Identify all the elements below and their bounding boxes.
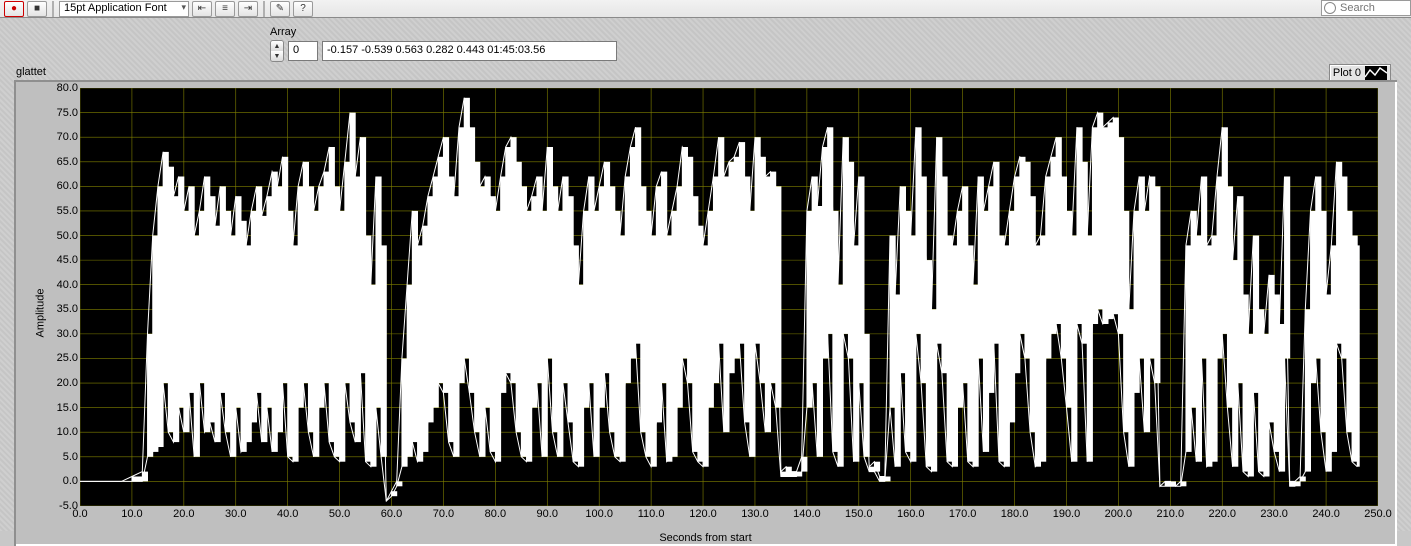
stop-button[interactable]: ■ [27, 1, 47, 17]
x-tick-label: 130.0 [741, 508, 769, 520]
tool-button-2[interactable]: ? [293, 1, 313, 17]
tool-button-1[interactable]: ✎ [270, 1, 290, 17]
x-tick-label: 220.0 [1208, 508, 1236, 520]
x-axis-ticks: 0.010.020.030.040.050.060.070.080.090.01… [80, 508, 1378, 522]
legend-swatch [1365, 66, 1387, 80]
x-tick-label: 50.0 [329, 508, 350, 520]
y-axis-ticks: -5.00.05.010.015.020.025.030.035.040.045… [48, 88, 78, 506]
x-tick-label: 110.0 [638, 508, 665, 520]
toolbar: ● ■ 15pt Application Font ⇤ ≡ ⇥ ✎ ? [0, 0, 1411, 18]
x-tick-label: 60.0 [381, 508, 402, 520]
x-tick-label: 90.0 [537, 508, 558, 520]
x-tick-label: 70.0 [433, 508, 454, 520]
x-tick-label: 190.0 [1053, 508, 1081, 520]
x-tick-label: 140.0 [793, 508, 821, 520]
font-select[interactable]: 15pt Application Font [59, 1, 189, 17]
array-indicator: Array ▲ ▼ 0 -0.157 -0.539 0.563 0.282 0.… [270, 26, 617, 62]
x-tick-label: 170.0 [949, 508, 977, 520]
x-tick-label: 180.0 [1001, 508, 1029, 520]
y-tick-label: 25.0 [48, 352, 78, 364]
search-icon [1324, 2, 1336, 14]
search-input[interactable] [1338, 1, 1410, 15]
x-tick-label: 80.0 [485, 508, 506, 520]
index-stepper[interactable]: ▲ ▼ [270, 40, 284, 62]
x-tick-label: 120.0 [689, 508, 717, 520]
search-box[interactable] [1321, 0, 1411, 16]
record-button[interactable]: ● [4, 1, 24, 17]
graph-label: glattet [16, 66, 46, 78]
front-panel: Array ▲ ▼ 0 -0.157 -0.539 0.563 0.282 0.… [0, 18, 1411, 531]
x-tick-label: 200.0 [1105, 508, 1133, 520]
x-tick-label: 250.0 [1364, 508, 1392, 520]
y-tick-label: 55.0 [48, 205, 78, 217]
x-tick-label: 230.0 [1260, 508, 1288, 520]
x-tick-label: 240.0 [1312, 508, 1340, 520]
y-tick-label: 5.0 [48, 451, 78, 463]
y-tick-label: 20.0 [48, 377, 78, 389]
y-tick-label: 75.0 [48, 107, 78, 119]
align-center-button[interactable]: ≡ [215, 1, 235, 17]
y-tick-label: 15.0 [48, 402, 78, 414]
x-tick-label: 0.0 [72, 508, 87, 520]
y-tick-label: 45.0 [48, 254, 78, 266]
legend-text: Plot 0 [1333, 67, 1361, 79]
x-tick-label: 100.0 [585, 508, 613, 520]
align-right-button[interactable]: ⇥ [238, 1, 258, 17]
step-down-icon: ▼ [271, 51, 283, 61]
array-index-field[interactable]: 0 [288, 41, 318, 61]
y-tick-label: 65.0 [48, 156, 78, 168]
x-tick-label: 30.0 [225, 508, 246, 520]
array-label: Array [270, 26, 617, 38]
x-tick-label: 160.0 [897, 508, 925, 520]
toolbar-separator [52, 1, 54, 17]
x-tick-label: 150.0 [845, 508, 873, 520]
y-tick-label: 10.0 [48, 426, 78, 438]
x-tick-label: 20.0 [173, 508, 194, 520]
plot-area[interactable] [80, 88, 1378, 506]
y-tick-label: 70.0 [48, 131, 78, 143]
x-tick-label: 10.0 [121, 508, 142, 520]
waveform-graph[interactable]: Amplitude Seconds from start -5.00.05.01… [14, 80, 1397, 546]
y-axis-title: Amplitude [34, 289, 46, 338]
y-tick-label: 0.0 [48, 475, 78, 487]
x-axis-title: Seconds from start [659, 532, 751, 544]
align-left-button[interactable]: ⇤ [192, 1, 212, 17]
y-tick-label: 30.0 [48, 328, 78, 340]
toolbar-separator [263, 1, 265, 17]
x-tick-label: 210.0 [1157, 508, 1185, 520]
y-tick-label: 50.0 [48, 230, 78, 242]
x-tick-label: 40.0 [277, 508, 298, 520]
y-tick-label: 40.0 [48, 279, 78, 291]
step-up-icon: ▲ [271, 41, 283, 51]
array-value-field[interactable]: -0.157 -0.539 0.563 0.282 0.443 01:45:03… [322, 41, 617, 61]
y-tick-label: 60.0 [48, 180, 78, 192]
y-tick-label: 35.0 [48, 303, 78, 315]
y-tick-label: 80.0 [48, 82, 78, 94]
